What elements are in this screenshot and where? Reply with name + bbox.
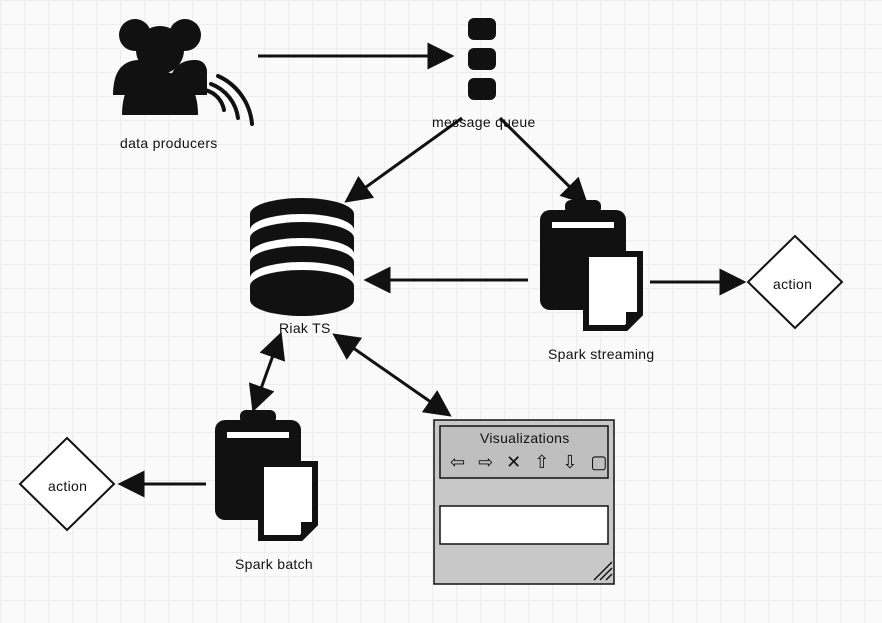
visualizations-icon-row: ⇦ ⇨ ✕ ⇧ ⇩ ▢ [450,452,611,473]
spark-batch-icon [215,410,317,538]
riak-ts-icon [250,198,354,316]
diagram-canvas: data producers message queue Riak TS Spa… [0,0,882,623]
data-producers-icon [113,19,252,124]
data-producers-label: data producers [120,135,218,151]
action-right-label: action [773,276,812,292]
edge-queue-to-riak [348,118,462,200]
message-queue-icon [468,18,496,100]
edge-riak-to-batch [254,336,280,408]
riak-ts-label: Riak TS [279,320,331,336]
action-left-label: action [48,478,87,494]
spark-streaming-icon [540,200,642,328]
spark-batch-label: Spark batch [235,556,313,572]
edge-queue-to-streaming [500,118,585,202]
visualizations-label: Visualizations [480,430,570,446]
message-queue-label: message queue [432,114,536,130]
edge-riak-to-viz [336,336,448,414]
spark-streaming-label: Spark streaming [548,346,654,362]
